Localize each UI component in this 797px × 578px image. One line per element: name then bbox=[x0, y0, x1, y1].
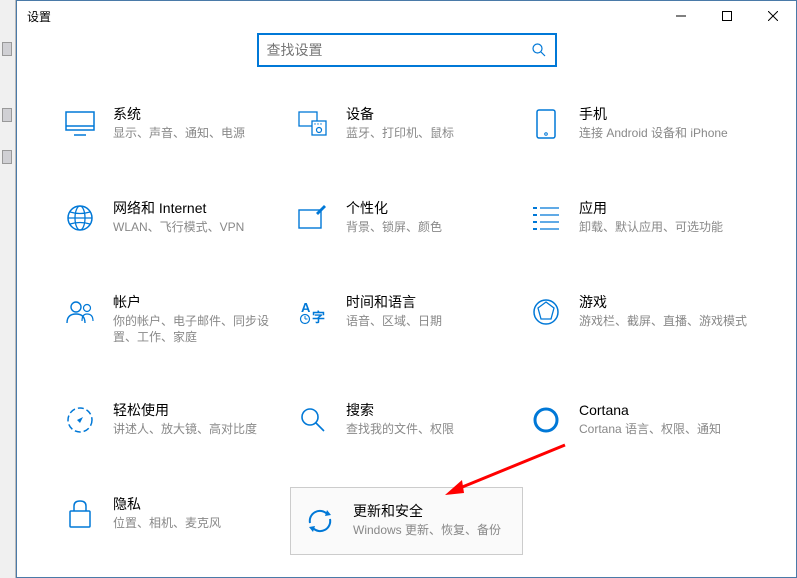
item-subtitle: 你的帐户、电子邮件、同步设置、工作、家庭 bbox=[113, 313, 286, 345]
maximize-button[interactable] bbox=[704, 1, 750, 31]
item-title: 游戏 bbox=[579, 293, 752, 311]
accounts-icon bbox=[61, 293, 99, 331]
settings-item-ease-of-access[interactable]: 轻松使用讲述人、放大镜、高对比度 bbox=[57, 393, 290, 447]
svg-text:A: A bbox=[301, 300, 311, 315]
settings-window: 设置 系统显示、声音、通知、电源 设备蓝牙、打印机、鼠标 bbox=[16, 0, 797, 578]
personalization-icon bbox=[294, 199, 332, 237]
item-subtitle: 语音、区域、日期 bbox=[346, 313, 519, 329]
svg-text:字: 字 bbox=[312, 310, 325, 325]
item-subtitle: 背景、锁屏、颜色 bbox=[346, 219, 519, 235]
item-subtitle: 显示、声音、通知、电源 bbox=[113, 125, 286, 141]
apps-icon bbox=[527, 199, 565, 237]
window-controls bbox=[658, 1, 796, 31]
settings-item-update-security[interactable]: 更新和安全 Windows 更新、恢复、备份 bbox=[290, 487, 523, 555]
close-button[interactable] bbox=[750, 1, 796, 31]
settings-item-accounts[interactable]: 帐户你的帐户、电子邮件、同步设置、工作、家庭 bbox=[57, 285, 290, 353]
item-title: 隐私 bbox=[113, 495, 286, 513]
phone-icon bbox=[527, 105, 565, 143]
item-subtitle: 蓝牙、打印机、鼠标 bbox=[346, 125, 519, 141]
settings-item-privacy[interactable]: 隐私位置、相机、麦克风 bbox=[57, 487, 290, 555]
settings-item-personalization[interactable]: 个性化背景、锁屏、颜色 bbox=[290, 191, 523, 245]
item-subtitle: 卸载、默认应用、可选功能 bbox=[579, 219, 752, 235]
item-title: Cortana bbox=[579, 401, 752, 419]
settings-item-search[interactable]: 搜索查找我的文件、权限 bbox=[290, 393, 523, 447]
background-app-edge bbox=[0, 0, 16, 578]
search-wrap bbox=[17, 31, 796, 97]
settings-item-system[interactable]: 系统显示、声音、通知、电源 bbox=[57, 97, 290, 151]
settings-item-gaming[interactable]: 游戏游戏栏、截屏、直播、游戏模式 bbox=[523, 285, 756, 353]
window-title: 设置 bbox=[27, 8, 51, 25]
item-subtitle: WLAN、飞行模式、VPN bbox=[113, 219, 286, 235]
item-title: 轻松使用 bbox=[113, 401, 286, 419]
item-subtitle: Windows 更新、恢复、备份 bbox=[353, 522, 512, 538]
item-subtitle: 位置、相机、麦克风 bbox=[113, 515, 286, 531]
item-subtitle: 讲述人、放大镜、高对比度 bbox=[113, 421, 286, 437]
item-subtitle: 查找我的文件、权限 bbox=[346, 421, 519, 437]
search-settings-icon bbox=[294, 401, 332, 439]
settings-item-devices[interactable]: 设备蓝牙、打印机、鼠标 bbox=[290, 97, 523, 151]
item-title: 更新和安全 bbox=[353, 502, 512, 520]
gaming-icon bbox=[527, 293, 565, 331]
settings-item-apps[interactable]: 应用卸载、默认应用、可选功能 bbox=[523, 191, 756, 245]
privacy-icon bbox=[61, 495, 99, 533]
item-subtitle: 游戏栏、截屏、直播、游戏模式 bbox=[579, 313, 752, 329]
minimize-button[interactable] bbox=[658, 1, 704, 31]
item-title: 个性化 bbox=[346, 199, 519, 217]
settings-item-time-language[interactable]: A字 时间和语言语音、区域、日期 bbox=[290, 285, 523, 353]
cortana-icon bbox=[527, 401, 565, 439]
item-title: 帐户 bbox=[113, 293, 286, 311]
edge-segment bbox=[2, 150, 12, 164]
edge-segment bbox=[2, 108, 12, 122]
item-title: 设备 bbox=[346, 105, 519, 123]
ease-of-access-icon bbox=[61, 401, 99, 439]
edge-segment bbox=[2, 42, 12, 56]
globe-icon bbox=[61, 199, 99, 237]
settings-grid: 系统显示、声音、通知、电源 设备蓝牙、打印机、鼠标 手机连接 Android 设… bbox=[17, 97, 796, 577]
item-subtitle: Cortana 语言、权限、通知 bbox=[579, 421, 752, 437]
search-box[interactable] bbox=[257, 33, 557, 67]
search-input[interactable] bbox=[267, 42, 531, 58]
system-icon bbox=[61, 105, 99, 143]
devices-icon bbox=[294, 105, 332, 143]
search-icon bbox=[531, 42, 547, 58]
time-language-icon: A字 bbox=[294, 293, 332, 331]
item-title: 搜索 bbox=[346, 401, 519, 419]
item-title: 系统 bbox=[113, 105, 286, 123]
item-title: 应用 bbox=[579, 199, 752, 217]
item-subtitle: 连接 Android 设备和 iPhone bbox=[579, 125, 752, 141]
content-area: 系统显示、声音、通知、电源 设备蓝牙、打印机、鼠标 手机连接 Android 设… bbox=[17, 31, 796, 577]
settings-item-phone[interactable]: 手机连接 Android 设备和 iPhone bbox=[523, 97, 756, 151]
settings-item-cortana[interactable]: Cortana Cortana 语言、权限、通知 bbox=[523, 393, 756, 447]
item-title: 网络和 Internet bbox=[113, 199, 286, 217]
settings-item-network[interactable]: 网络和 Internet WLAN、飞行模式、VPN bbox=[57, 191, 290, 245]
update-icon bbox=[301, 502, 339, 540]
item-title: 手机 bbox=[579, 105, 752, 123]
title-bar: 设置 bbox=[17, 1, 796, 31]
item-title: 时间和语言 bbox=[346, 293, 519, 311]
